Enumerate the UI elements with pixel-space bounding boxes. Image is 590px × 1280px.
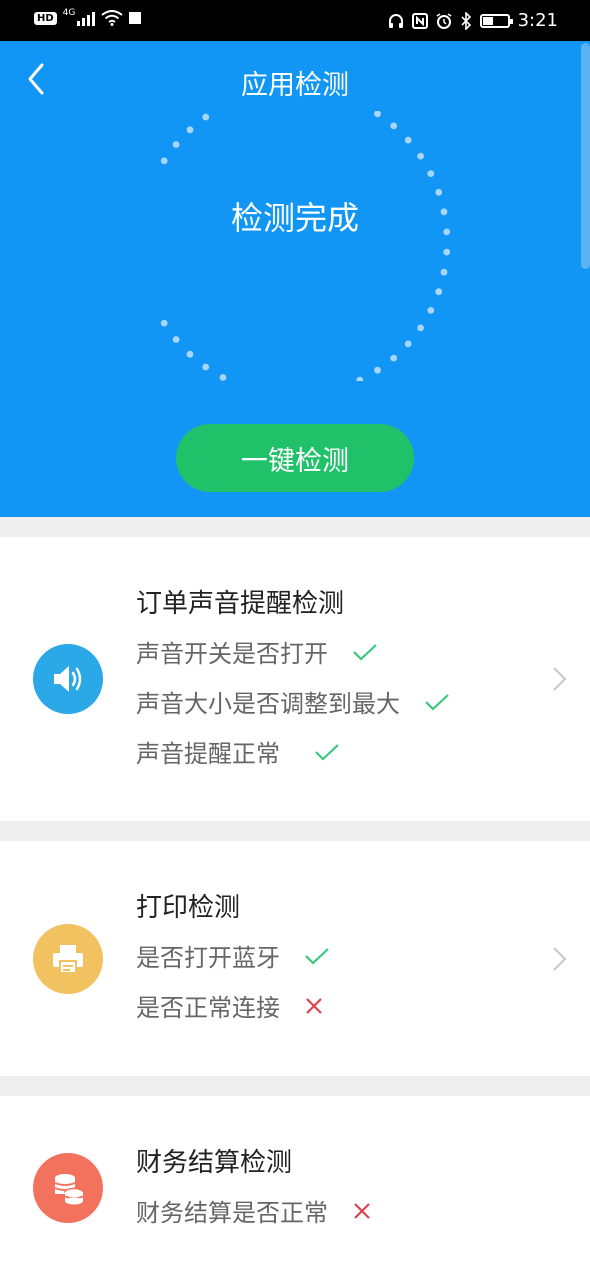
card-finance-check[interactable]: 财务结算检测 财务结算是否正常 [0, 1096, 590, 1280]
cross-icon [352, 1201, 372, 1221]
headphones-icon [388, 13, 403, 28]
check-item-label: 是否正常连接 [136, 994, 280, 1022]
notification-icon [129, 12, 142, 24]
signal-icon [77, 10, 96, 26]
check-item-label: 声音提醒正常 [136, 740, 280, 768]
check-icon [304, 946, 330, 966]
check-item: 声音大小是否调整到最大 [136, 684, 450, 719]
check-item: 声音开关是否打开 [136, 634, 378, 669]
ring-dot [219, 374, 227, 381]
header: 应用检测 检测完成 一键检测 [0, 41, 590, 517]
hd-badge: HD [34, 11, 57, 25]
check-item-label: 是否打开蓝牙 [136, 944, 280, 972]
ring-dot [186, 126, 194, 134]
check-item-label: 财务结算是否正常 [136, 1199, 328, 1227]
ring-dot [427, 307, 435, 314]
ring-dot [186, 350, 194, 358]
ring-dot [440, 268, 448, 276]
page-title: 应用检测 [241, 70, 349, 101]
speaker-icon-circle [33, 644, 103, 714]
coins-icon-circle [33, 1153, 103, 1223]
ring-dot [356, 376, 364, 381]
detection-status: 检测完成 [230, 199, 359, 237]
progress-ring [160, 111, 451, 381]
ring-dot [172, 336, 180, 343]
check-item: 声音提醒正常 [136, 734, 340, 769]
ring-dot [404, 136, 412, 144]
one-key-detect-button[interactable]: 一键检测 [176, 424, 414, 492]
cross-icon [304, 996, 324, 1016]
wifi-icon [101, 10, 123, 26]
check-item-label: 声音开关是否打开 [136, 640, 328, 668]
ring-dot [202, 363, 210, 371]
alarm-icon [436, 12, 451, 29]
ring-dot [443, 248, 451, 256]
ring-dot [374, 366, 381, 374]
ring-dot [390, 354, 398, 362]
ring-dot [160, 319, 168, 327]
chevron-right-icon[interactable] [550, 944, 570, 974]
card-sound-check[interactable]: 订单声音提醒检测 声音开关是否打开 声音大小是否调整到最大 声音提醒正常 [0, 537, 590, 821]
ring-dot [435, 288, 443, 296]
ring-dot [374, 111, 381, 118]
ring-dot [427, 170, 435, 177]
ring-dot [390, 122, 398, 130]
nfc-icon [411, 12, 428, 29]
check-item: 是否打开蓝牙 [136, 938, 330, 973]
check-icon [314, 742, 340, 762]
network-type: 4G [62, 8, 76, 18]
check-item: 财务结算是否正常 [136, 1193, 372, 1228]
check-icon [424, 692, 450, 712]
ring-dot [417, 152, 424, 160]
coins-icon [54, 1174, 84, 1205]
printer-icon [53, 945, 83, 974]
ring-dot [417, 324, 424, 332]
bluetooth-icon [461, 11, 471, 30]
speaker-icon [54, 666, 82, 692]
check-icon [352, 642, 378, 662]
section-title: 财务结算检测 [136, 1148, 293, 1178]
battery-icon [479, 13, 513, 28]
section-title: 订单声音提醒检测 [136, 589, 345, 619]
status-bar: HD 4G 3:21 [0, 0, 590, 41]
check-item-label: 声音大小是否调整到最大 [136, 690, 400, 718]
printer-icon-circle [33, 924, 103, 994]
status-time: 3:21 [517, 10, 558, 31]
check-item: 是否正常连接 [136, 988, 324, 1023]
ring-dot [202, 113, 210, 121]
ring-dot [404, 340, 412, 348]
card-printer-check[interactable]: 打印检测 是否打开蓝牙 是否正常连接 [0, 841, 590, 1076]
ring-dot [172, 141, 180, 148]
ring-dot [160, 157, 168, 165]
chevron-right-icon[interactable] [550, 664, 570, 694]
section-title: 打印检测 [136, 893, 241, 923]
